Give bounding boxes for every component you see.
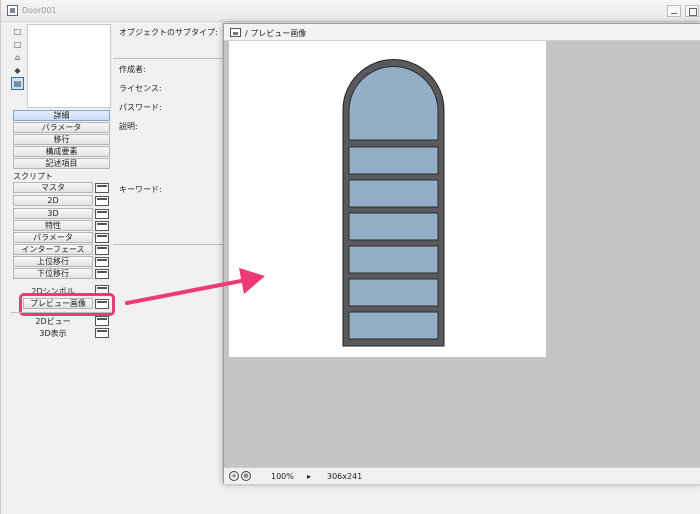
annotation-arrow: [125, 268, 265, 305]
main-window: Door001 □ □ ⌂ ◆ ▤ 詳細 パラメータ 移行 構成要素 記述項目 …: [0, 0, 700, 514]
